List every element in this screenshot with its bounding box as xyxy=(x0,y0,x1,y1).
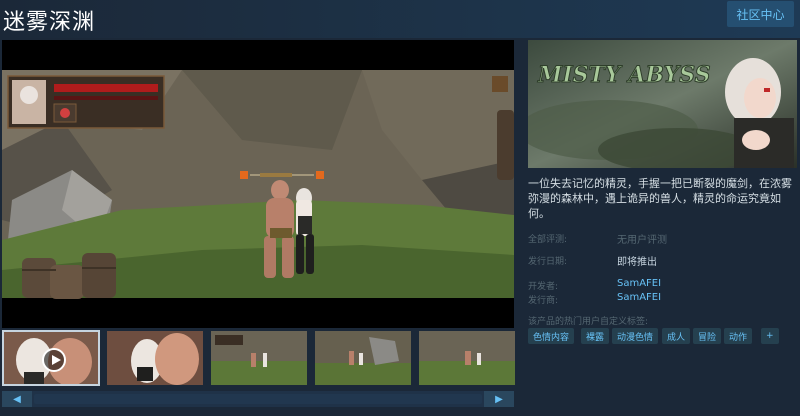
publisher-label: 发行商: xyxy=(528,296,559,306)
page-header: 迷雾深渊 社区中心 xyxy=(0,0,800,38)
tag-item[interactable]: 成人 xyxy=(662,328,691,344)
scroll-thumb[interactable] xyxy=(34,394,482,404)
tag-more-button[interactable]: + xyxy=(761,328,779,344)
gameplay-scene xyxy=(2,40,514,328)
play-icon[interactable] xyxy=(42,348,66,372)
review-label: 全部评测: xyxy=(528,235,568,245)
scroll-right-button[interactable]: ▶ xyxy=(484,391,514,407)
game-header-image: MISTY ABYSS xyxy=(528,40,797,168)
game-description: 一位失去记忆的精灵，手握一把已断裂的魔剑，在浓雾弥漫的森林中，遇上诡异的兽人，精… xyxy=(528,177,792,220)
community-hub-button[interactable]: 社区中心 xyxy=(727,1,794,27)
publisher-link[interactable]: SamAFEI xyxy=(617,292,661,303)
scroll-left-button[interactable]: ◀ xyxy=(2,391,32,407)
tag-item[interactable]: 裸露 xyxy=(581,328,610,344)
game-title: 迷雾深渊 xyxy=(3,10,96,35)
thumbnail-2[interactable] xyxy=(106,330,204,386)
tag-item[interactable]: 动作 xyxy=(724,328,753,344)
tags-label: 该产品的热门用户自定义标签: xyxy=(528,317,649,327)
developer-link[interactable]: SamAFEI xyxy=(617,278,661,289)
review-value: 无用户评测 xyxy=(617,235,667,246)
thumbnail-5[interactable] xyxy=(418,330,516,386)
thumbnail-video[interactable] xyxy=(2,330,100,386)
thumbnail-scrollbar[interactable]: ◀ ▶ xyxy=(2,391,514,407)
release-date-value: 即将推出 xyxy=(617,257,657,268)
tag-list: 色情内容 裸露 动漫色情 成人 冒险 动作 + xyxy=(528,328,798,346)
capsule-logo: MISTY ABYSS xyxy=(537,62,711,88)
tag-item[interactable]: 冒险 xyxy=(693,328,722,344)
thumbnail-strip xyxy=(2,328,516,388)
release-date-label: 发行日期: xyxy=(528,257,568,267)
developer-label: 开发者: xyxy=(528,282,559,292)
tag-item[interactable]: 色情内容 xyxy=(528,328,575,344)
main-screenshot-viewer[interactable] xyxy=(2,40,514,328)
thumbnail-4[interactable] xyxy=(314,330,412,386)
thumbnail-3[interactable] xyxy=(210,330,308,386)
tag-item[interactable]: 动漫色情 xyxy=(612,328,659,344)
